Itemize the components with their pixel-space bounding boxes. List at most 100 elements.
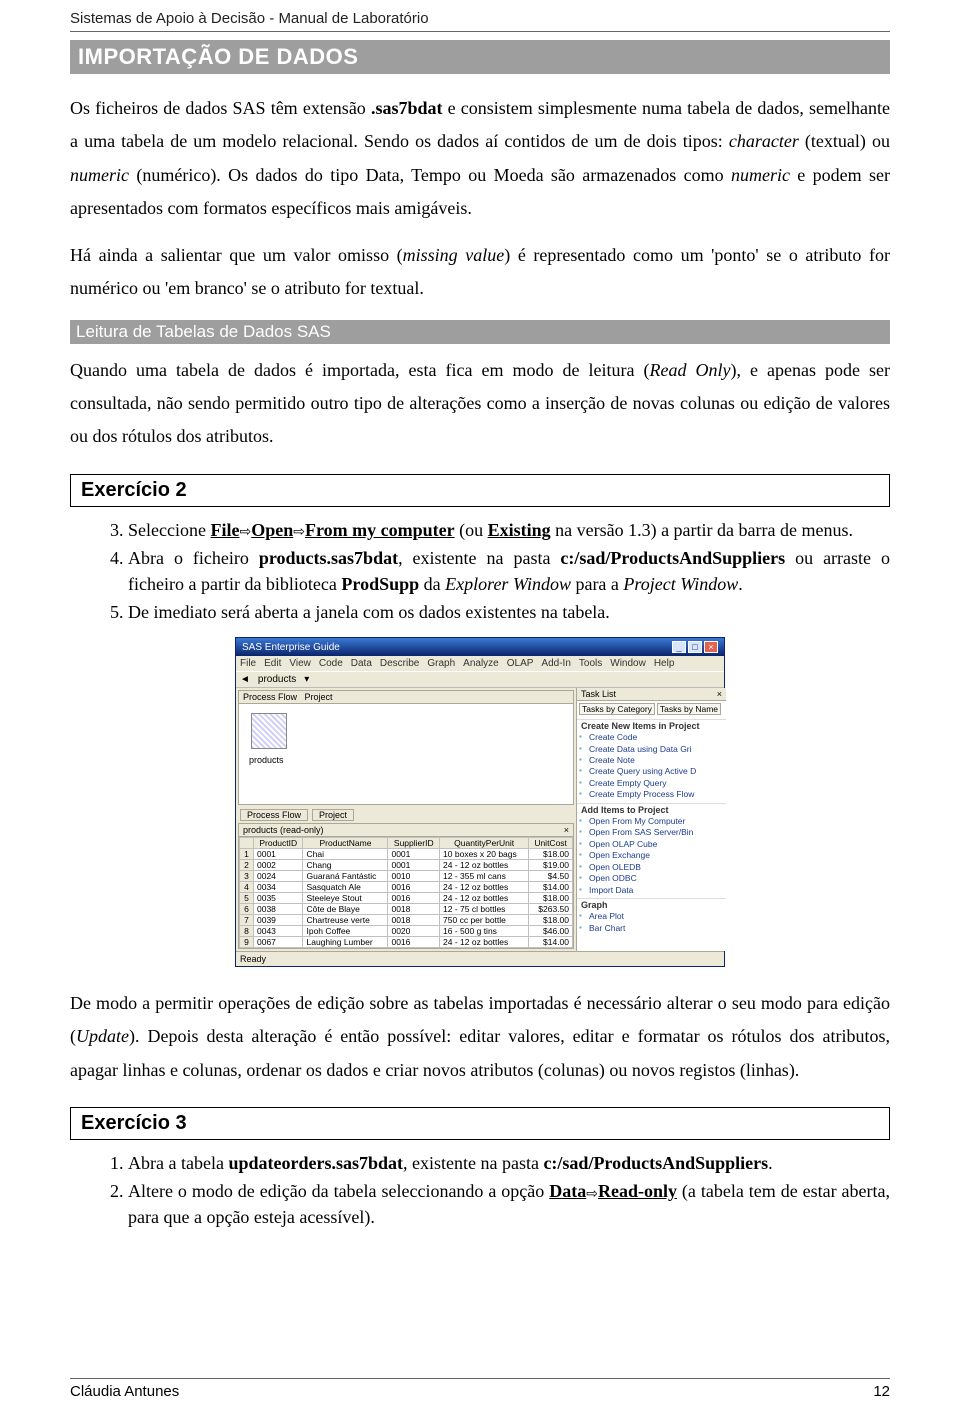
task-item[interactable]: Create Empty Query: [577, 778, 726, 789]
maximize-button[interactable]: □: [688, 641, 702, 653]
task-item[interactable]: Create Note: [577, 755, 726, 766]
cell[interactable]: 0016: [388, 937, 440, 948]
table-row[interactable]: 90067Laughing Lumber001624 - 12 oz bottl…: [240, 937, 573, 948]
cell[interactable]: 7: [240, 915, 254, 926]
menu-item-describe[interactable]: Describe: [380, 658, 419, 669]
tab-project[interactable]: Project: [312, 809, 354, 821]
cell[interactable]: 12 - 355 ml cans: [440, 871, 529, 882]
tab-tasks-by-category[interactable]: Tasks by Category: [579, 703, 655, 715]
cell[interactable]: 0020: [388, 926, 440, 937]
flow-tabs[interactable]: Process Flow Project: [236, 807, 576, 823]
menu-item-code[interactable]: Code: [319, 658, 343, 669]
column-header[interactable]: ProductID: [254, 838, 303, 849]
cell[interactable]: Chai: [303, 849, 388, 860]
cell[interactable]: $18.00: [529, 915, 573, 926]
menu-item-data[interactable]: Data: [351, 658, 372, 669]
cell[interactable]: 0001: [388, 849, 440, 860]
cell[interactable]: 10 boxes x 20 bags: [440, 849, 529, 860]
task-item[interactable]: Create Query using Active D: [577, 766, 726, 777]
menu-item-window[interactable]: Window: [610, 658, 646, 669]
cell[interactable]: 0034: [254, 882, 303, 893]
task-item[interactable]: Open OLAP Cube: [577, 839, 726, 850]
cell[interactable]: 9: [240, 937, 254, 948]
tab-process-flow[interactable]: Process Flow: [240, 809, 308, 821]
cell[interactable]: 0001: [388, 860, 440, 871]
cell[interactable]: $18.00: [529, 849, 573, 860]
task-item[interactable]: Open Exchange: [577, 850, 726, 861]
menu-item-edit[interactable]: Edit: [264, 658, 281, 669]
cell[interactable]: 0035: [254, 893, 303, 904]
cell[interactable]: 24 - 12 oz bottles: [440, 882, 529, 893]
cell[interactable]: 16 - 500 g tins: [440, 926, 529, 937]
table-row[interactable]: 20002Chang000124 - 12 oz bottles$19.00: [240, 860, 573, 871]
menu-item-view[interactable]: View: [289, 658, 311, 669]
cell[interactable]: $19.00: [529, 860, 573, 871]
cell[interactable]: 0016: [388, 882, 440, 893]
table-row[interactable]: 70039Chartreuse verte0018750 cc per bott…: [240, 915, 573, 926]
project-tab-label[interactable]: Project: [305, 692, 333, 702]
toolbar[interactable]: ◄ products ▾: [236, 671, 724, 688]
cell[interactable]: 2: [240, 860, 254, 871]
products-node-icon[interactable]: [251, 713, 287, 749]
cell[interactable]: $4.50: [529, 871, 573, 882]
table-row[interactable]: 40034Sasquatch Ale001624 - 12 oz bottles…: [240, 882, 573, 893]
cell[interactable]: Chang: [303, 860, 388, 871]
column-header[interactable]: ProductName: [303, 838, 388, 849]
cell[interactable]: Chartreuse verte: [303, 915, 388, 926]
cell[interactable]: 24 - 12 oz bottles: [440, 860, 529, 871]
cell[interactable]: $18.00: [529, 893, 573, 904]
cell[interactable]: 24 - 12 oz bottles: [440, 937, 529, 948]
column-header[interactable]: QuantityPerUnit: [440, 838, 529, 849]
cell[interactable]: Ipoh Coffee: [303, 926, 388, 937]
grid-close-icon[interactable]: ×: [564, 825, 569, 835]
cell[interactable]: 8: [240, 926, 254, 937]
minimize-button[interactable]: _: [672, 641, 686, 653]
menu-item-tools[interactable]: Tools: [579, 658, 602, 669]
cell[interactable]: Sasquatch Ale: [303, 882, 388, 893]
task-list-close-icon[interactable]: ×: [717, 689, 722, 699]
cell[interactable]: 0002: [254, 860, 303, 871]
toolbar-back-icon[interactable]: ◄: [240, 674, 250, 685]
task-item[interactable]: Open OLEDB: [577, 862, 726, 873]
tab-tasks-by-name[interactable]: Tasks by Name: [657, 703, 721, 715]
task-item[interactable]: Open From SAS Server/Bin: [577, 827, 726, 838]
cell[interactable]: 0018: [388, 904, 440, 915]
cell[interactable]: 0067: [254, 937, 303, 948]
table-row[interactable]: 80043Ipoh Coffee002016 - 500 g tins$46.0…: [240, 926, 573, 937]
task-item[interactable]: Create Data using Data Gri: [577, 744, 726, 755]
cell[interactable]: Laughing Lumber: [303, 937, 388, 948]
cell[interactable]: Guaraná Fantástic: [303, 871, 388, 882]
column-header[interactable]: UnitCost: [529, 838, 573, 849]
cell[interactable]: $14.00: [529, 937, 573, 948]
menu-item-graph[interactable]: Graph: [427, 658, 455, 669]
close-button[interactable]: ×: [704, 641, 718, 653]
cell[interactable]: 1: [240, 849, 254, 860]
cell[interactable]: 4: [240, 882, 254, 893]
cell[interactable]: Steeleye Stout: [303, 893, 388, 904]
task-item[interactable]: Open From My Computer: [577, 816, 726, 827]
menu-item-analyze[interactable]: Analyze: [463, 658, 499, 669]
menu-item-help[interactable]: Help: [654, 658, 675, 669]
task-item[interactable]: Import Data: [577, 885, 726, 896]
cell[interactable]: 0038: [254, 904, 303, 915]
cell[interactable]: 0039: [254, 915, 303, 926]
cell[interactable]: 750 cc per bottle: [440, 915, 529, 926]
cell[interactable]: 0001: [254, 849, 303, 860]
cell[interactable]: 24 - 12 oz bottles: [440, 893, 529, 904]
table-row[interactable]: 30024Guaraná Fantástic001012 - 355 ml ca…: [240, 871, 573, 882]
table-row[interactable]: 50035Steeleye Stout001624 - 12 oz bottle…: [240, 893, 573, 904]
cell[interactable]: 0024: [254, 871, 303, 882]
column-header[interactable]: [240, 838, 254, 849]
column-header[interactable]: SupplierID: [388, 838, 440, 849]
table-row[interactable]: 10001Chai000110 boxes x 20 bags$18.00: [240, 849, 573, 860]
titlebar[interactable]: SAS Enterprise Guide _ □ ×: [236, 638, 724, 656]
cell[interactable]: $46.00: [529, 926, 573, 937]
menu-item-olap[interactable]: OLAP: [507, 658, 534, 669]
cell[interactable]: 5: [240, 893, 254, 904]
cell[interactable]: Côte de Blaye: [303, 904, 388, 915]
cell[interactable]: $263.50: [529, 904, 573, 915]
cell[interactable]: $14.00: [529, 882, 573, 893]
task-item[interactable]: Open ODBC: [577, 873, 726, 884]
cell[interactable]: 12 - 75 cl bottles: [440, 904, 529, 915]
cell[interactable]: 3: [240, 871, 254, 882]
